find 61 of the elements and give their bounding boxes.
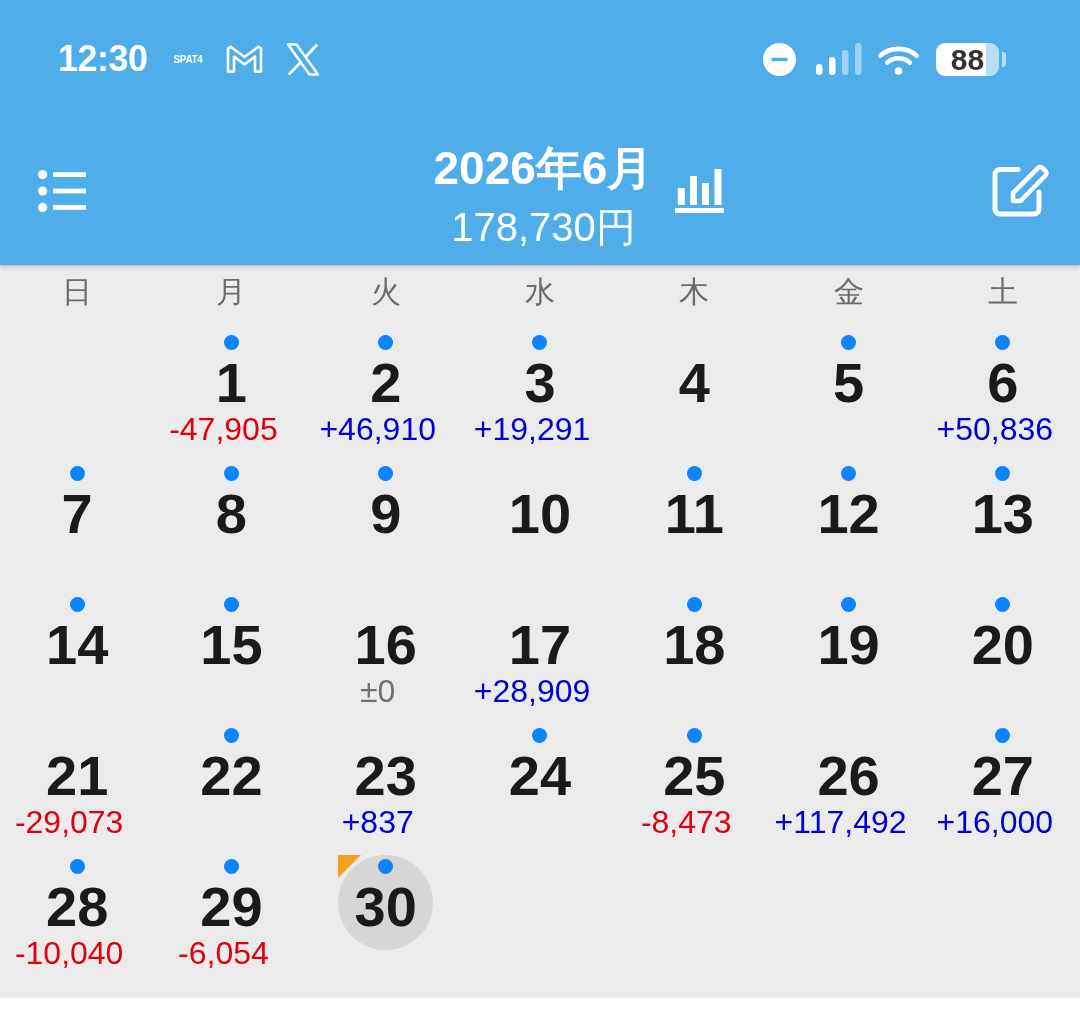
day-amount: -47,905	[169, 412, 278, 445]
day-button[interactable]: 3	[492, 331, 588, 411]
day-amount: -8,473	[640, 805, 732, 838]
weekday-label: 水	[525, 277, 555, 307]
day-button[interactable]: 18	[646, 593, 742, 673]
day-button[interactable]: 27	[955, 724, 1051, 804]
day-button[interactable]: 29	[183, 855, 279, 935]
day-amount: -10,040	[14, 936, 124, 969]
weekday-label: 土	[987, 277, 1018, 307]
day-button[interactable]: 17	[492, 593, 588, 673]
letter-x-icon	[286, 42, 321, 76]
weekday-label: 木	[679, 277, 710, 307]
day-button[interactable]: 22	[183, 724, 279, 804]
battery-percentage: 88	[936, 42, 999, 76]
weekday-label: 火	[370, 277, 401, 307]
bar-chart-icon[interactable]	[675, 169, 725, 213]
day-amount: ±0	[360, 674, 396, 707]
day-button[interactable]: 24	[492, 724, 588, 804]
day-button[interactable]: 19	[801, 593, 897, 673]
day-amount: +50,836	[936, 412, 1054, 445]
list-icon[interactable]	[38, 170, 86, 212]
day-button[interactable]: 21	[29, 724, 125, 804]
weekday-label: 日	[62, 277, 93, 307]
day-button[interactable]: 13	[955, 462, 1051, 542]
day-button[interactable]: 10	[492, 462, 588, 542]
day-button[interactable]: 16	[338, 593, 434, 673]
day-button[interactable]: 1	[183, 331, 279, 411]
day-button[interactable]: 20	[955, 593, 1051, 673]
letter-m-icon	[226, 45, 264, 73]
day-button[interactable]: 14	[29, 593, 125, 673]
day-button[interactable]: 26	[801, 724, 897, 804]
day-amount: -6,054	[178, 936, 269, 969]
day-button[interactable]: 12	[801, 462, 897, 542]
day-button[interactable]: 30	[338, 855, 434, 950]
day-amount: +19,291	[473, 412, 591, 445]
day-button[interactable]: 25	[646, 724, 742, 804]
day-amount: +117,492	[774, 805, 907, 838]
day-button[interactable]: 28	[29, 855, 125, 935]
day-button[interactable]: 15	[183, 593, 279, 673]
day-amount: +837	[341, 805, 414, 838]
day-amount: +28,909	[473, 674, 591, 707]
weekday-label: 金	[833, 277, 864, 307]
day-button[interactable]: 23	[338, 724, 434, 804]
month-title: 2026年6月	[433, 141, 654, 196]
month-total: 178,730円	[451, 204, 636, 251]
day-amount: +16,000	[936, 805, 1054, 838]
day-button[interactable]: 8	[183, 462, 279, 542]
day-button[interactable]: 9	[338, 462, 434, 542]
day-button[interactable]: 11	[646, 462, 742, 542]
status-time: 12:30	[58, 42, 148, 76]
day-button[interactable]: 2	[338, 331, 434, 411]
weekday-label: 月	[216, 277, 247, 307]
signal-icon	[816, 43, 862, 75]
day-amount: -29,073	[14, 805, 124, 838]
notification-app-label: SPAT4	[173, 53, 203, 65]
day-amount: +46,910	[319, 412, 436, 445]
day-button[interactable]: 6	[955, 331, 1051, 411]
do-not-disturb-icon	[763, 42, 796, 76]
day-button[interactable]: 5	[801, 331, 897, 411]
day-button[interactable]: 4	[646, 331, 742, 411]
day-button[interactable]: 7	[29, 462, 125, 542]
